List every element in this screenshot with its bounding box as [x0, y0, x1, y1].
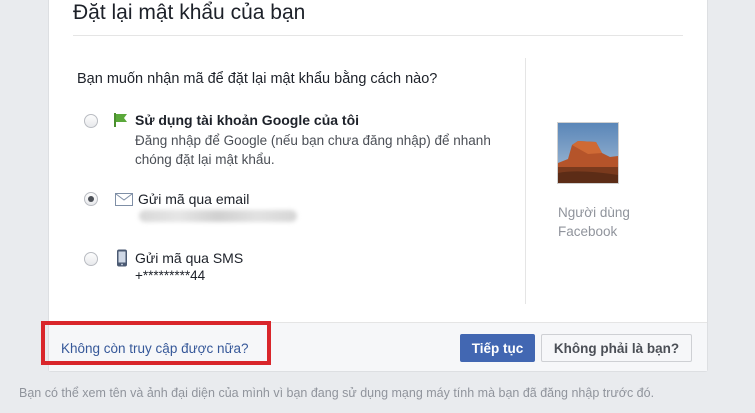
no-access-link[interactable]: Không còn truy cập được nữa?: [61, 341, 249, 356]
masked-phone-number: +*********44: [135, 268, 206, 283]
envelope-icon: [115, 193, 133, 206]
option-sms-title[interactable]: Gửi mã qua SMS: [135, 250, 243, 267]
radio-email[interactable]: [84, 192, 98, 206]
user-name: Người dùng Facebook: [558, 205, 630, 239]
reset-question: Bạn muốn nhận mã để đặt lại mật khẩu bằn…: [77, 71, 438, 87]
avatar: [557, 122, 619, 184]
continue-button[interactable]: Tiếp tục: [460, 334, 535, 362]
radio-google[interactable]: [84, 114, 98, 128]
radio-sms[interactable]: [84, 252, 98, 266]
dialog-title: Đặt lại mật khẩu của bạn: [73, 1, 306, 24]
not-you-button[interactable]: Không phải là bạn?: [541, 334, 692, 362]
option-email-title[interactable]: Gửi mã qua email: [138, 191, 249, 208]
title-divider: [73, 35, 683, 36]
vertical-divider: [525, 58, 526, 304]
bottom-note: Bạn có thể xem tên và ảnh đại diện của m…: [19, 386, 655, 400]
reset-password-dialog: Đặt lại mật khẩu của bạn Bạn muốn nhận m…: [48, 0, 708, 372]
option-google-description: Đăng nhập để Google (nếu bạn chưa đăng n…: [135, 133, 491, 167]
email-address-redacted: [139, 210, 297, 222]
phone-icon: [117, 249, 127, 267]
flag-icon: [114, 113, 127, 127]
option-google-title[interactable]: Sử dụng tài khoản Google của tôi: [135, 112, 359, 129]
desert-landscape-avatar: [558, 123, 618, 183]
